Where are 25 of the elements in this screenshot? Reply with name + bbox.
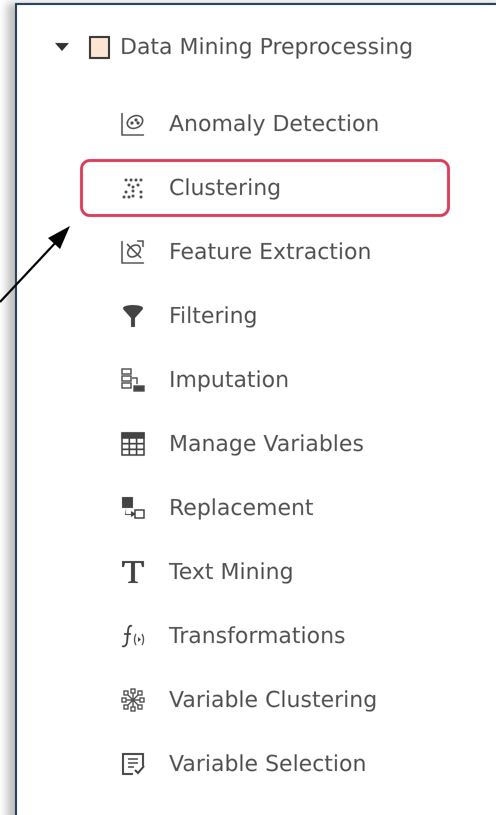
filter-icon: [121, 304, 145, 328]
tree-item[interactable]: Variable Selection: [80, 735, 450, 793]
tree-item[interactable]: Feature Extraction: [80, 223, 450, 281]
tree-item[interactable]: Filtering: [80, 287, 450, 345]
tree-item[interactable]: Clustering: [80, 159, 450, 217]
tree-item[interactable]: Transformations: [80, 607, 450, 665]
dots-cluster-icon: [121, 176, 145, 200]
node-network-icon: [121, 688, 145, 712]
checkbox[interactable]: [89, 36, 110, 58]
tree-item[interactable]: Imputation: [80, 351, 450, 409]
scatter-crosshair-icon: [121, 240, 145, 264]
tree-node-label[interactable]: Data Mining Preprocessing: [120, 34, 414, 60]
tree-item[interactable]: Text Mining: [80, 543, 450, 601]
function-icon: [121, 624, 145, 648]
caret-icon[interactable]: [55, 43, 69, 51]
list-arrow-icon: [121, 368, 145, 392]
letter-t-icon: [121, 560, 145, 584]
tree-item[interactable]: Manage Variables: [80, 415, 450, 473]
scatter-oval-icon: [121, 112, 145, 136]
tree-item[interactable]: Replacement: [80, 479, 450, 537]
tree-item[interactable]: Anomaly Detection: [80, 95, 450, 153]
squares-arrow-icon: [121, 496, 145, 520]
tree-item[interactable]: Variable Clustering: [80, 671, 450, 729]
table-grid-icon: [121, 432, 145, 456]
document-check-icon: [121, 752, 145, 776]
